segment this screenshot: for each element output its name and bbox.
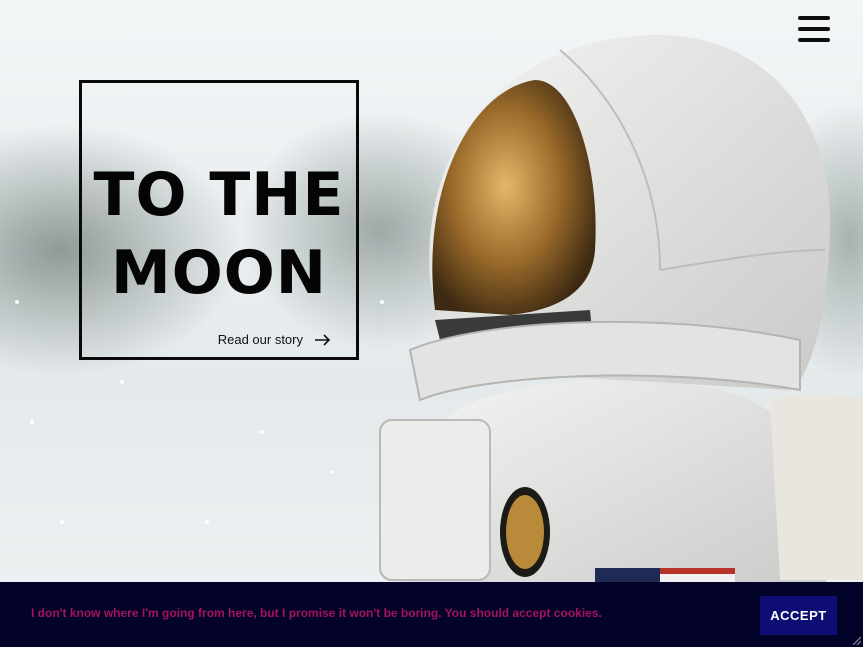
arrow-right-icon <box>315 333 331 346</box>
hero-title-line-1: TO THE <box>93 160 345 230</box>
cookie-message: I don't know where I'm going from here, … <box>31 606 602 620</box>
astronaut-image <box>379 34 863 600</box>
read-our-story-label: Read our story <box>217 332 303 347</box>
read-our-story-link[interactable]: Read our story <box>218 332 331 347</box>
hero-title: TO THE MOON <box>82 156 356 312</box>
cookie-banner: I don't know where I'm going from here, … <box>0 582 863 647</box>
hero-title-line-2: MOON <box>111 238 327 308</box>
hero-title-box: TO THE MOON Read our story <box>79 80 359 360</box>
resize-grip-icon <box>852 636 861 645</box>
accept-cookies-button[interactable]: ACCEPT <box>760 596 837 635</box>
hamburger-menu-icon[interactable] <box>798 16 830 42</box>
